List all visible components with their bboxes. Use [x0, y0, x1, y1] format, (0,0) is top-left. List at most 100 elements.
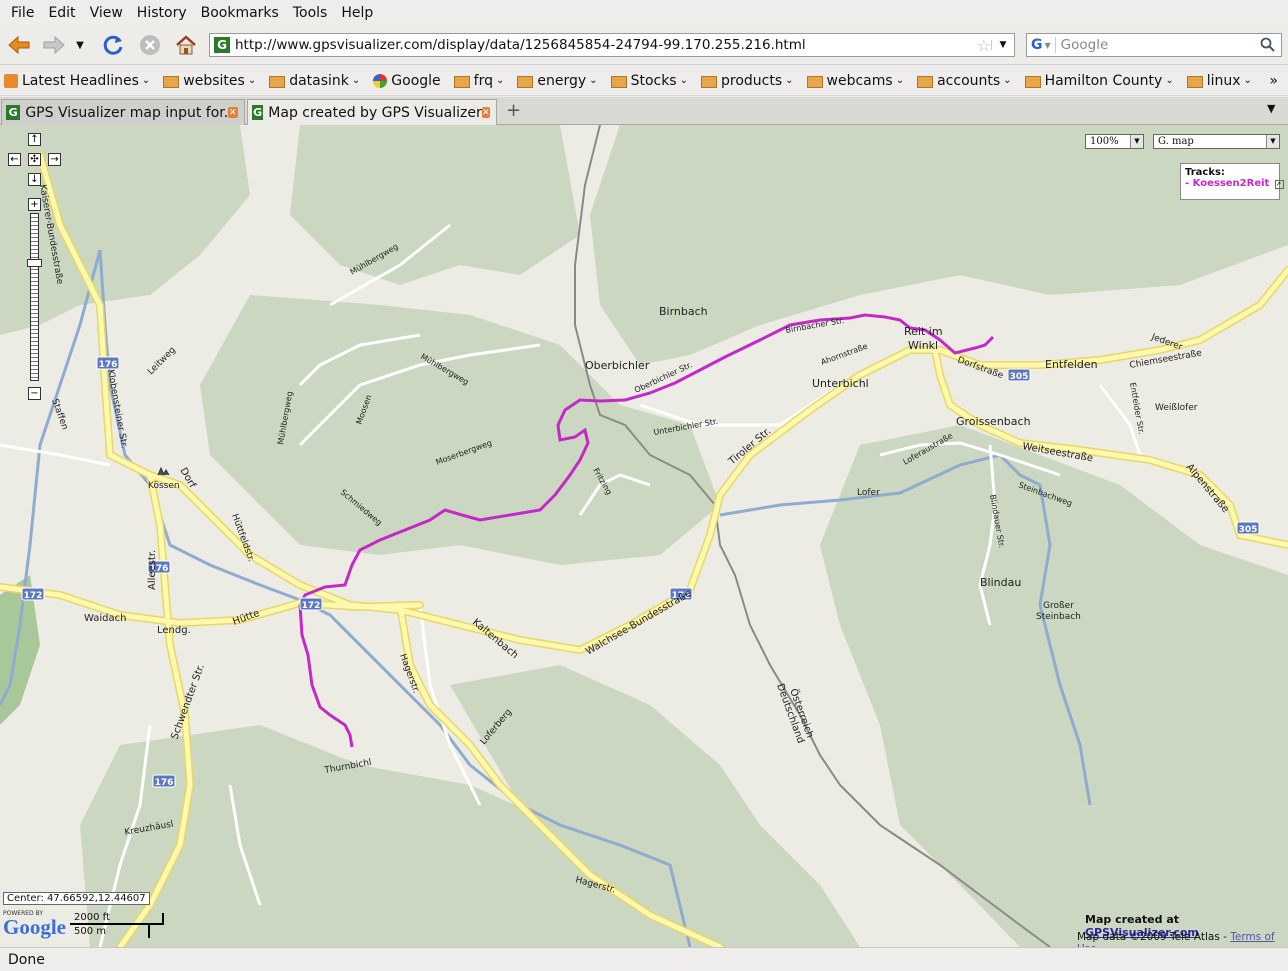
route-number: 172	[302, 601, 321, 611]
map-label-unterbichl: Unterbichl	[812, 377, 869, 390]
url-text: http://www.gpsvisualizer.com/display/dat…	[235, 37, 806, 53]
zoom-in-button[interactable]: +	[28, 198, 41, 211]
map-view[interactable]: 176 176 176 172 172 172 305 305 Birnbach Oberbic…	[0, 125, 1288, 947]
bookmark-0[interactable]: Latest Headlines ⌄	[4, 73, 150, 89]
chevron-down-icon: ⌄	[589, 75, 598, 86]
more-bookmarks-icon[interactable]: »	[1269, 73, 1278, 89]
bookmark-label: Hamilton County	[1044, 72, 1163, 89]
search-bar[interactable]: G ▼ Google	[1026, 33, 1282, 57]
back-button[interactable]	[5, 31, 33, 59]
search-input[interactable]: Google	[1054, 37, 1108, 53]
pan-center-button[interactable]: ✣	[28, 153, 41, 166]
menu-help[interactable]: Help	[334, 5, 380, 21]
new-tab-icon[interactable]: +	[506, 100, 521, 121]
bookmark-2[interactable]: datasink ⌄	[269, 73, 360, 89]
tab-map-created[interactable]: G Map created by GPS Visualizer ✕	[247, 99, 497, 125]
navigation-toolbar: ▼ G http://www.gpsvisualizer.com/display…	[0, 25, 1288, 65]
tab-gps-input[interactable]: G GPS Visualizer map input for... ✕	[1, 99, 245, 125]
zoom-slider-handle[interactable]	[27, 259, 42, 267]
bookmark-label: Latest Headlines	[22, 72, 139, 89]
track-prefix: -	[1185, 178, 1193, 189]
back-arrow-icon	[8, 35, 30, 55]
bookmark-3[interactable]: Google	[373, 73, 441, 89]
close-tab-icon[interactable]: ✕	[481, 107, 490, 118]
engine-dropdown-icon[interactable]: ▼	[1045, 41, 1051, 50]
bookmark-6[interactable]: Stocks ⌄	[610, 73, 688, 89]
pan-left-button[interactable]: ←	[8, 153, 21, 166]
credit-prefix: Map created at	[1085, 913, 1180, 926]
tab-label: GPS Visualizer map input for...	[25, 104, 228, 121]
bookmark-star-icon[interactable]: ☆	[977, 36, 991, 55]
bookmark-1[interactable]: websites ⌄	[163, 73, 256, 89]
route-number: 172	[24, 591, 43, 601]
close-tab-icon[interactable]: ✕	[227, 107, 238, 118]
menu-edit[interactable]: Edit	[41, 5, 82, 21]
menu-bookmarks[interactable]: Bookmarks	[194, 5, 286, 21]
route-number: 176	[155, 778, 174, 788]
folder-icon	[610, 75, 627, 88]
map-label-birnbacherstr: Birnbacher Str.	[785, 316, 845, 335]
map-label-koessen: Kössen	[148, 481, 180, 491]
chevron-down-icon: ⌄	[785, 75, 794, 86]
url-bar[interactable]: G http://www.gpsvisualizer.com/display/d…	[209, 33, 1015, 57]
google-logo[interactable]: Google	[3, 915, 66, 940]
bookmark-label: linux	[1206, 72, 1241, 89]
chevron-down-icon: ▼	[1266, 135, 1279, 148]
track-name-link[interactable]: Koessen2Reit	[1193, 178, 1270, 189]
menu-tools[interactable]: Tools	[286, 5, 335, 21]
opacity-select[interactable]: 100% ▼	[1085, 134, 1144, 149]
tracks-title: Tracks:	[1185, 167, 1225, 178]
map-label-oberbichler: Oberbichler	[585, 359, 650, 372]
opacity-value: 100%	[1090, 136, 1119, 147]
map-type-value: G. map	[1158, 136, 1194, 147]
bookmark-5[interactable]: energy ⌄	[517, 73, 598, 89]
chevron-down-icon: ⌄	[247, 75, 257, 86]
bookmark-9[interactable]: accounts ⌄	[917, 73, 1012, 89]
bookmark-11[interactable]: linux ⌄	[1186, 72, 1252, 89]
stop-button[interactable]	[136, 31, 164, 59]
bookmark-label: frq	[473, 72, 493, 89]
pan-right-button[interactable]: →	[48, 153, 61, 166]
map-canvas[interactable]: 176176176172172172305305 BirnbachOberbic…	[0, 125, 1288, 947]
reload-icon	[103, 35, 123, 55]
google-engine-icon[interactable]: G	[1031, 37, 1043, 53]
rss-icon	[4, 73, 18, 88]
bookmark-10[interactable]: Hamilton County ⌄	[1024, 72, 1174, 89]
tab-favicon-icon: G	[252, 105, 264, 120]
map-label-grosser1: Großer	[1043, 601, 1074, 611]
home-button[interactable]	[172, 31, 200, 59]
chevron-down-icon: ⌄	[895, 75, 905, 86]
search-icon[interactable]	[1260, 37, 1276, 53]
zoom-out-button[interactable]: −	[28, 387, 41, 400]
history-dropdown[interactable]: ▼	[70, 31, 90, 59]
menu-file[interactable]: File	[4, 5, 41, 21]
external-link-icon[interactable]: ↗	[1274, 180, 1284, 189]
route-number: 305	[1239, 525, 1258, 535]
pan-down-button[interactable]: ↓	[28, 173, 41, 186]
bookmark-label: products	[721, 72, 783, 89]
pan-up-button[interactable]: ↑	[28, 133, 41, 146]
menu-bar: File Edit View History Bookmarks Tools H…	[0, 0, 1288, 25]
map-label-grosser2: Steinbach	[1036, 612, 1081, 622]
bookmark-8[interactable]: webcams ⌄	[806, 72, 905, 89]
chevron-down-icon: ▼	[1130, 135, 1143, 148]
status-text: Done	[8, 951, 45, 968]
bookmark-label: webcams	[826, 72, 893, 89]
map-label-walchsee: Walchsee-Bundesstraße	[584, 588, 693, 657]
tab-bar: G GPS Visualizer map input for... ✕ G Ma…	[0, 97, 1288, 125]
map-type-select[interactable]: G. map ▼	[1153, 134, 1280, 149]
menu-history[interactable]: History	[130, 5, 194, 21]
reload-button[interactable]	[100, 31, 128, 59]
route-number: 305	[1010, 372, 1029, 382]
tab-list-icon[interactable]: ▼	[1267, 102, 1275, 115]
minor-road	[0, 443, 111, 467]
bookmark-4[interactable]: frq ⌄	[453, 72, 504, 89]
map-label-ahornstr: Ahornstraße	[820, 342, 869, 367]
url-dropdown-icon[interactable]: ▼	[991, 40, 1014, 50]
menu-view[interactable]: View	[83, 5, 130, 21]
bookmark-7[interactable]: products ⌄	[701, 73, 794, 89]
google-icon	[373, 73, 388, 88]
zoom-slider-track[interactable]	[30, 213, 39, 381]
scale-meters: 500 m	[74, 926, 107, 937]
forward-button[interactable]	[40, 31, 68, 59]
